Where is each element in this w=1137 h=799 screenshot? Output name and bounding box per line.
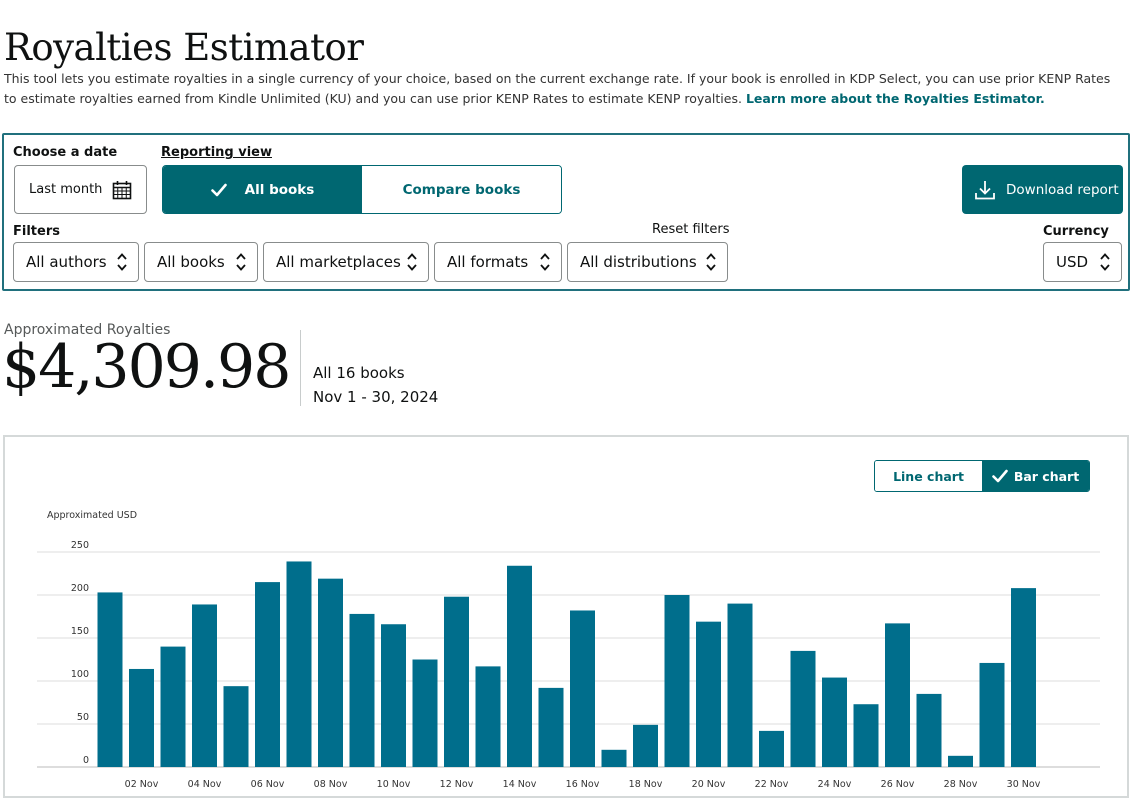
- bar: [853, 704, 879, 767]
- bar: [948, 755, 973, 767]
- bar: [444, 596, 469, 767]
- summary-date-range: Nov 1 - 30, 2024: [313, 388, 439, 406]
- view-all-books-button[interactable]: All books: [163, 166, 362, 213]
- y-tick-label: 150: [71, 626, 89, 637]
- x-tick-label: 10 Nov: [377, 779, 411, 790]
- currency-label: Currency: [1043, 224, 1109, 239]
- x-tick-label: 14 Nov: [503, 779, 537, 790]
- summary-divider: [300, 330, 301, 406]
- reset-filters-link[interactable]: Reset filters: [652, 222, 729, 237]
- checkmark-icon: [210, 183, 227, 196]
- bar: [97, 592, 123, 767]
- view-all-books-label: All books: [244, 181, 315, 198]
- date-value: Last month: [29, 182, 103, 197]
- x-tick-label: 12 Nov: [440, 779, 474, 790]
- bar: [507, 565, 532, 767]
- bar: [885, 623, 910, 767]
- bar: [192, 604, 217, 767]
- date-label: Choose a date: [13, 145, 118, 160]
- filter-distributions-value: All distributions: [580, 253, 697, 271]
- x-tick-label: 22 Nov: [755, 779, 789, 790]
- filter-formats-value: All formats: [447, 253, 529, 271]
- sort-arrows-icon: [540, 253, 550, 271]
- bar: [601, 749, 627, 767]
- bar: [349, 613, 375, 767]
- bar: [570, 610, 595, 767]
- bar: [1011, 588, 1036, 767]
- filter-formats-select[interactable]: All formats: [434, 242, 562, 282]
- currency-select[interactable]: USD: [1043, 242, 1122, 282]
- intro-text: This tool lets you estimate royalties in…: [4, 69, 1124, 109]
- x-tick-label: 08 Nov: [314, 779, 348, 790]
- royalties-bar-chart: Approximated USD 0 50 100 150 200 250 02 Nov 04 …: [37, 510, 1100, 790]
- date-picker-button[interactable]: Last month: [14, 165, 147, 214]
- bar: [696, 621, 721, 767]
- bar: [727, 603, 753, 767]
- sort-arrows-icon: [236, 253, 246, 271]
- x-tick-label: 06 Nov: [251, 779, 285, 790]
- bar: [916, 693, 942, 767]
- bar: [822, 677, 847, 767]
- chart-panel: Line chart Bar chart Approximated USD 0 50…: [3, 435, 1129, 798]
- sort-arrows-icon: [1100, 253, 1110, 271]
- learn-more-link[interactable]: Learn more about the Royalties Estimator…: [746, 91, 1045, 106]
- x-tick-label: 16 Nov: [566, 779, 600, 790]
- y-tick-label: 200: [71, 583, 89, 594]
- currency-value: USD: [1056, 253, 1089, 271]
- view-compare-books-label: Compare books: [402, 181, 521, 198]
- bar: [412, 659, 438, 767]
- sort-arrows-icon: [407, 253, 417, 271]
- x-tick-label: 18 Nov: [629, 779, 663, 790]
- bar: [759, 730, 784, 767]
- bar: [664, 595, 690, 767]
- royalties-total: $4,309.98: [2, 332, 291, 402]
- filter-marketplaces-select[interactable]: All marketplaces: [263, 242, 429, 282]
- filter-authors-value: All authors: [26, 253, 107, 271]
- x-tick-label: 02 Nov: [125, 779, 159, 790]
- reporting-view-label: Reporting view: [161, 145, 272, 160]
- filter-books-select[interactable]: All books: [144, 242, 258, 282]
- filter-authors-select[interactable]: All authors: [13, 242, 139, 282]
- x-tick-label: 04 Nov: [188, 779, 222, 790]
- x-tick-label: 20 Nov: [692, 779, 726, 790]
- y-tick-label: 0: [83, 755, 89, 766]
- x-tick-label: 26 Nov: [881, 779, 915, 790]
- sort-arrows-icon: [117, 253, 127, 271]
- filter-marketplaces-value: All marketplaces: [276, 253, 401, 271]
- bar: [318, 578, 343, 767]
- y-tick-label: 250: [71, 540, 89, 551]
- summary-books: All 16 books: [313, 364, 405, 382]
- y-tick-label: 100: [71, 669, 89, 680]
- bar: [979, 662, 1005, 767]
- bar: [790, 650, 816, 767]
- bar: [255, 582, 280, 767]
- calendar-icon: [113, 180, 132, 199]
- y-tick-label: 50: [77, 712, 89, 723]
- bar: [223, 686, 249, 767]
- view-compare-books-button[interactable]: Compare books: [362, 166, 561, 213]
- bar: [286, 561, 312, 767]
- bar: [633, 724, 658, 767]
- bar: [475, 666, 501, 767]
- filters-label: Filters: [13, 224, 60, 239]
- download-report-button[interactable]: Download report: [962, 165, 1123, 214]
- page-title: Royalties Estimator: [4, 26, 364, 69]
- x-tick-label: 30 Nov: [1007, 779, 1041, 790]
- download-icon: [975, 180, 995, 199]
- y-axis-label: Approximated USD: [47, 510, 137, 521]
- sort-arrows-icon: [706, 253, 716, 271]
- download-report-label: Download report: [1006, 181, 1119, 198]
- x-tick-label: 24 Nov: [818, 779, 852, 790]
- filter-distributions-select[interactable]: All distributions: [567, 242, 728, 282]
- bar: [538, 687, 564, 767]
- reporting-view-toggle: All books Compare books: [162, 165, 562, 214]
- bar: [381, 624, 406, 767]
- x-tick-label: 28 Nov: [944, 779, 978, 790]
- bar: [160, 646, 186, 767]
- bar: [129, 668, 154, 767]
- filter-books-value: All books: [157, 253, 225, 271]
- filter-panel: Choose a date Last month Reporting view …: [2, 133, 1130, 291]
